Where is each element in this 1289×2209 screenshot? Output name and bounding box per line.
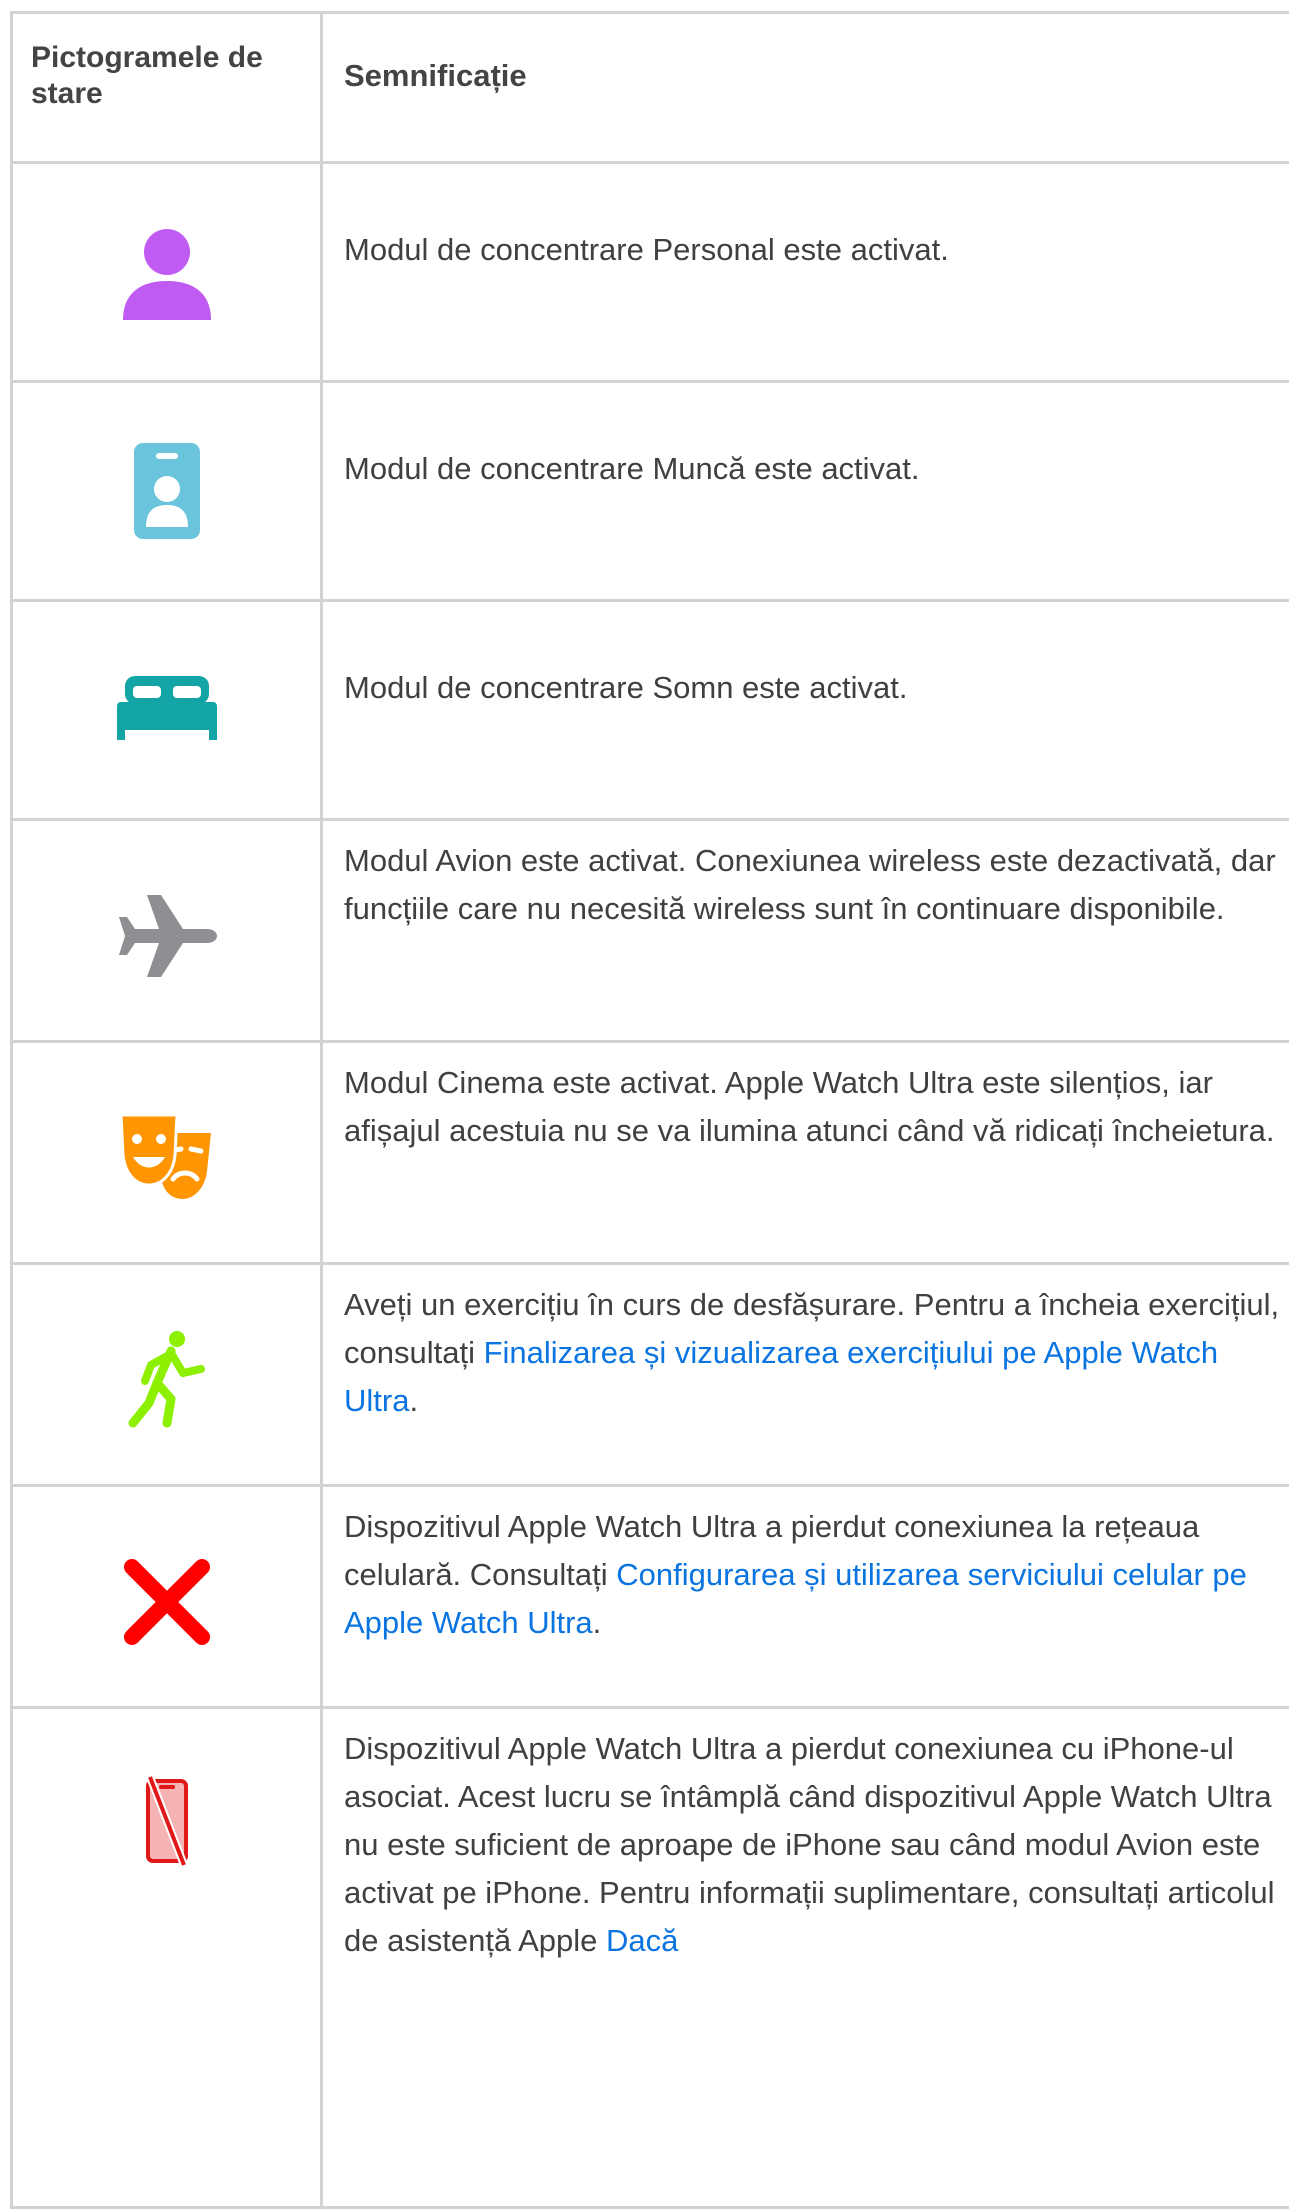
table-row: Aveți un exercițiu în curs de desfășurar… — [12, 1264, 1289, 1486]
table-row: Dispozitivul Apple Watch Ultra a pierdut… — [12, 1486, 1289, 1708]
meaning-text: Modul de concentrare Muncă este activat. — [322, 382, 1289, 601]
icon-cell — [12, 1264, 322, 1486]
meaning-text: Modul de concentrare Somn este activat. — [322, 601, 1289, 820]
airplane-icon — [117, 891, 217, 981]
meaning-text: Aveți un exercițiu în curs de desfășurar… — [322, 1264, 1289, 1486]
icon-cell — [12, 1486, 322, 1708]
table-row: Modul Avion este activat. Conexiunea wir… — [12, 820, 1289, 1042]
meaning-text: Modul Avion este activat. Conexiunea wir… — [322, 820, 1289, 1042]
running-figure-icon — [127, 1329, 207, 1429]
icon-cell — [12, 382, 322, 601]
icon-cell — [12, 163, 322, 382]
table-row: Modul de concentrare Somn este activat. — [12, 601, 1289, 820]
icon-cell — [12, 1042, 322, 1264]
person-focus-icon — [122, 226, 212, 322]
header-icons: Pictogramele de stare — [12, 13, 322, 163]
table-row: Modul Cinema este activat. Apple Watch U… — [12, 1042, 1289, 1264]
icon-cell — [12, 820, 322, 1042]
red-x-icon — [122, 1557, 212, 1647]
table-header-row: Pictogramele de stare Semnificație — [12, 13, 1289, 163]
theater-masks-icon — [119, 1111, 215, 1201]
meaning-text-end: . — [593, 1605, 602, 1640]
icon-cell — [12, 601, 322, 820]
table-row: Modul de concentrare Muncă este activat. — [12, 382, 1289, 601]
work-badge-icon — [132, 441, 202, 541]
meaning-text: Dispozitivul Apple Watch Ultra a pierdut… — [322, 1486, 1289, 1708]
disconnected-iphone-icon — [142, 1775, 192, 1867]
meaning-text: Modul Cinema este activat. Apple Watch U… — [322, 1042, 1289, 1264]
bed-icon — [117, 674, 217, 740]
meaning-text-end: . — [409, 1383, 418, 1418]
table-row: Modul de concentrare Personal este activ… — [12, 163, 1289, 382]
status-icons-table: Pictogramele de stare Semnificație Modul… — [10, 11, 1289, 2209]
meaning-text: Modul de concentrare Personal este activ… — [322, 163, 1289, 382]
header-meaning: Semnificație — [322, 13, 1289, 163]
meaning-text-body: Dispozitivul Apple Watch Ultra a pierdut… — [344, 1731, 1274, 1958]
support-article-link[interactable]: Dacă — [606, 1923, 678, 1958]
